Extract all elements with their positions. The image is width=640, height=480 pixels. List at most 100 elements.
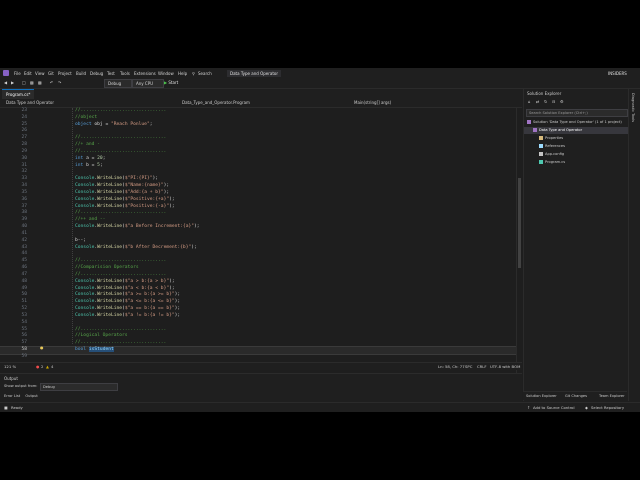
tab-error-list[interactable]: Error List	[4, 394, 20, 398]
error-icon[interactable]: ●	[36, 364, 39, 369]
zoom-level[interactable]: 121 %	[4, 364, 16, 369]
tab-output[interactable]: Output	[25, 394, 37, 398]
solution-explorer-search[interactable]: Search Solution Explorer (Ctrl+;)	[526, 109, 628, 117]
code-line[interactable]: 31 int b = 5;	[0, 163, 516, 170]
menu-search[interactable]: Search	[198, 71, 212, 76]
redo-icon[interactable]: ↷	[58, 80, 61, 85]
code-text[interactable]: int b = 5;	[75, 163, 103, 170]
error-count[interactable]: 2	[41, 364, 43, 369]
output-source-dropdown[interactable]: Debug	[40, 383, 118, 391]
code-text[interactable]: //Comparision Operators	[75, 265, 139, 272]
menu-build[interactable]: Build	[76, 71, 86, 76]
code-editor[interactable]: 23//............................... 24//o…	[0, 108, 517, 403]
code-text[interactable]: Console.WriteLine($"a != b:{a != b}");	[75, 313, 180, 320]
code-line[interactable]: 36 Console.WriteLine($"Positive:{+a}");	[0, 197, 516, 204]
tree-item[interactable]: References	[524, 143, 628, 150]
code-text[interactable]: Console.WriteLine($"Add:{a + b}");	[75, 190, 169, 197]
code-line[interactable]: 43 Console.WriteLine($"b After Decrement:…	[0, 245, 516, 252]
code-line[interactable]: 24 //object	[0, 115, 516, 122]
code-text[interactable]: Console.WriteLine($"a > b:{a > b}");	[75, 279, 175, 286]
insiders-badge[interactable]: INSIDERS	[608, 71, 627, 76]
tab-diagnostic-tools[interactable]: Diagnostic Tools	[631, 93, 635, 122]
tab-team-explorer[interactable]: Team Explorer	[599, 393, 625, 399]
menu-view[interactable]: View	[35, 71, 45, 76]
code-text[interactable]: b--;	[75, 238, 86, 245]
code-line[interactable]: 48 Console.WriteLine($"a > b:{a > b}");	[0, 279, 516, 286]
code-text[interactable]: //...............................	[75, 149, 166, 156]
cursor-position[interactable]: Ln: 58, Ch: 77	[438, 364, 465, 369]
tab-program-cs[interactable]: Program.cs*	[2, 89, 35, 99]
code-text[interactable]: Console.WriteLine($"a == b:{a == b}");	[75, 306, 180, 313]
code-text[interactable]: //...............................	[75, 272, 166, 279]
menu-window[interactable]: Window	[158, 71, 174, 76]
search-icon[interactable]: ⚲	[192, 71, 195, 76]
code-line[interactable]: 35 Console.WriteLine($"Add:{a + b}");	[0, 190, 516, 197]
code-text[interactable]: int a = 20;	[75, 156, 105, 163]
tree-item[interactable]: Properties	[524, 135, 628, 142]
code-line[interactable]: 59	[0, 354, 516, 361]
file-encoding[interactable]: UTF-8 with BOM	[490, 364, 520, 369]
tab-solution-explorer[interactable]: Solution Explorer	[526, 393, 557, 399]
code-line[interactable]: 30 int a = 20;	[0, 156, 516, 163]
tab-git-changes[interactable]: Git Changes	[565, 393, 587, 399]
warning-icon[interactable]: ▲	[46, 364, 49, 369]
code-text[interactable]: Console.WriteLine($"b After Decrement:{b…	[75, 245, 197, 252]
sync-icon[interactable]: ⇄	[536, 99, 539, 104]
menu-tools[interactable]: Tools	[120, 71, 130, 76]
config-dropdown[interactable]: Debug	[104, 79, 132, 88]
home-icon[interactable]: ⌂	[528, 99, 531, 104]
menu-edit[interactable]: Edit	[24, 71, 32, 76]
platform-dropdown[interactable]: Any CPU	[132, 79, 164, 88]
menu-project[interactable]: Project	[58, 71, 72, 76]
line-ending[interactable]: CRLF	[477, 364, 487, 369]
menu-debug[interactable]: Debug	[90, 71, 103, 76]
code-line[interactable]: 46 //Comparision Operators	[0, 265, 516, 272]
collapse-icon[interactable]: ⊟	[552, 99, 555, 104]
tree-item[interactable]: App.config	[524, 151, 628, 158]
source-control-icon[interactable]: ↑	[527, 405, 530, 411]
code-line[interactable]: 42 b--;	[0, 238, 516, 245]
class-nav-dropdown[interactable]: Data_Type_and_Operator.Program	[182, 100, 250, 106]
new-file-icon[interactable]: □	[22, 80, 26, 85]
code-line[interactable]: 54	[0, 320, 516, 327]
forward-icon[interactable]: ▶	[11, 80, 14, 85]
tree-item[interactable]: Solution 'Data Type and Operator' (1 of …	[524, 119, 628, 126]
menu-file[interactable]: File	[14, 71, 21, 76]
code-text[interactable]: //+ and -	[75, 142, 100, 149]
menu-extensions[interactable]: Extensions	[134, 71, 156, 76]
code-line[interactable]: 52 Console.WriteLine($"a == b:{a == b}");	[0, 306, 516, 313]
tree-item[interactable]: Program.cs	[524, 159, 628, 166]
code-text[interactable]: object obj = "Reach Ponlue";	[75, 122, 153, 129]
code-line[interactable]: 29 //...............................	[0, 149, 516, 156]
start-button[interactable]: ▶ Start	[164, 79, 178, 86]
code-text[interactable]: Console.WriteLine($"Name:{name}");	[75, 183, 169, 190]
refresh-icon[interactable]: ↻	[544, 99, 547, 104]
code-text[interactable]: Console.WriteLine($"Positive:{+a}");	[75, 197, 175, 204]
back-icon[interactable]: ◀	[4, 80, 7, 85]
code-text[interactable]: //object	[75, 115, 97, 122]
code-line[interactable]: 58 bool isStudent	[0, 346, 517, 355]
code-line[interactable]: 47 //...............................	[0, 272, 516, 279]
tree-item[interactable]: Data Type and Operator	[524, 127, 628, 134]
code-line[interactable]: 28 //+ and -	[0, 142, 516, 149]
lightbulb-icon[interactable]: ●	[40, 345, 44, 350]
repository-icon[interactable]: ◆	[585, 405, 588, 411]
code-line[interactable]: 41	[0, 231, 516, 238]
code-line[interactable]: 53 Console.WriteLine($"a != b:{a != b}");	[0, 313, 516, 320]
code-text[interactable]: Console.WriteLine($"a Before Increment:{…	[75, 224, 200, 231]
menu-test[interactable]: Test	[107, 71, 115, 76]
save-icon[interactable]: ▩	[30, 80, 34, 85]
code-line[interactable]: 23 //...............................	[0, 108, 516, 115]
code-line[interactable]: 25 object obj = "Reach Ponlue";	[0, 122, 516, 129]
indent-mode[interactable]: SPC	[465, 364, 472, 369]
menu-git[interactable]: Git	[48, 71, 54, 76]
undo-icon[interactable]: ↶	[50, 80, 53, 85]
warning-count[interactable]: 4	[51, 364, 53, 369]
add-to-source-control[interactable]: Add to Source Control	[533, 405, 575, 411]
editor-scrollbar[interactable]	[516, 108, 523, 403]
code-line[interactable]: 40 Console.WriteLine($"a Before Increment…	[0, 224, 516, 231]
code-line[interactable]: 34 Console.WriteLine($"Name:{name}");	[0, 183, 516, 190]
project-nav-dropdown[interactable]: Data Type and Operator	[6, 100, 54, 106]
code-text[interactable]: //...............................	[75, 108, 166, 115]
menu-help[interactable]: Help	[178, 71, 187, 76]
